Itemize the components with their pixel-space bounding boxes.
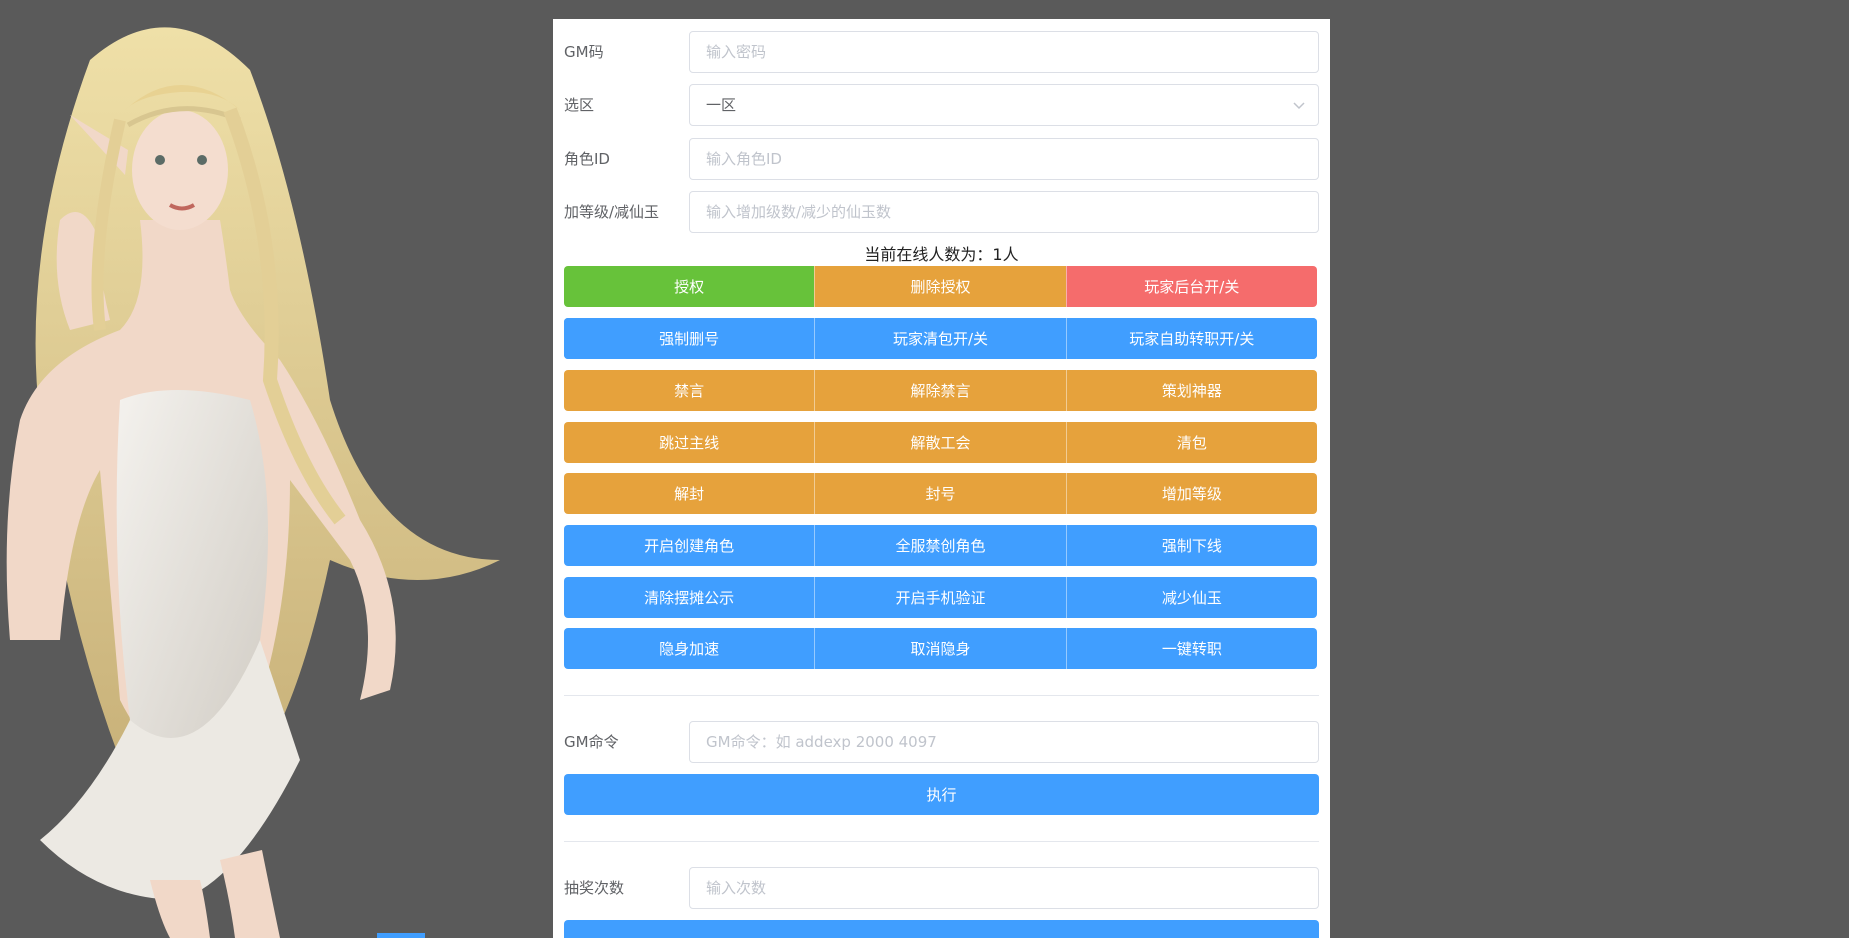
player-self-job-change-toggle-button[interactable]: 玩家自助转职开/关 [1065, 318, 1317, 359]
divider [564, 695, 1319, 696]
gm-panel: GM码 选区 一区 角色ID 加等级/减仙玉 当前在线人数为：1人 授权 删除授… [553, 19, 1330, 938]
mute-button[interactable]: 禁言 [564, 370, 815, 411]
player-clear-bag-toggle-button[interactable]: 玩家清包开/关 [814, 318, 1066, 359]
lottery-row: 抽奖次数 [564, 867, 1319, 909]
account-button-group: 强制删号 玩家清包开/关 玩家自助转职开/关 [564, 318, 1317, 359]
role-id-row: 角色ID [564, 138, 1319, 180]
level-jade-input[interactable] [689, 191, 1319, 233]
online-count-text: 当前在线人数为：1人 [864, 245, 1019, 264]
scroll-indicator [377, 933, 425, 938]
stealth-speed-button[interactable]: 隐身加速 [564, 628, 815, 669]
gm-code-input[interactable] [689, 31, 1319, 73]
clear-stall-notice-button[interactable]: 清除摆摊公示 [564, 577, 815, 618]
skip-main-quest-button[interactable]: 跳过主线 [564, 422, 815, 463]
divider [564, 841, 1319, 842]
force-delete-account-button[interactable]: 强制删号 [564, 318, 815, 359]
force-offline-button[interactable]: 强制下线 [1065, 525, 1317, 566]
level-jade-label: 加等级/减仙玉 [564, 203, 660, 221]
enable-role-creation-button[interactable]: 开启创建角色 [564, 525, 815, 566]
unmute-button[interactable]: 解除禁言 [814, 370, 1066, 411]
ban-button-group: 解封 封号 增加等级 [564, 473, 1317, 514]
execute-button[interactable]: 执行 [564, 774, 1319, 815]
enable-phone-verification-button[interactable]: 开启手机验证 [814, 577, 1066, 618]
zone-label: 选区 [564, 96, 595, 114]
authorize-button[interactable]: 授权 [564, 266, 815, 307]
planner-artifact-button[interactable]: 策划神器 [1065, 370, 1317, 411]
gm-command-label: GM命令 [564, 733, 619, 751]
role-id-label: 角色ID [564, 150, 610, 168]
zone-row: 选区 一区 [564, 84, 1319, 126]
chevron-down-icon [1293, 102, 1305, 110]
character-illustration [6, 27, 501, 938]
mute-button-group: 禁言 解除禁言 策划神器 [564, 370, 1317, 411]
zone-select-value: 一区 [706, 96, 737, 114]
zone-select[interactable]: 一区 [689, 84, 1319, 126]
cancel-stealth-button[interactable]: 取消隐身 [814, 628, 1066, 669]
level-jade-row: 加等级/减仙玉 [564, 191, 1319, 233]
lottery-count-input[interactable] [689, 867, 1319, 909]
gm-command-input[interactable] [689, 721, 1319, 763]
gm-code-row: GM码 [564, 31, 1319, 73]
gm-command-row: GM命令 [564, 721, 1319, 763]
quest-button-group: 跳过主线 解散工会 清包 [564, 422, 1317, 463]
role-id-input[interactable] [689, 138, 1319, 180]
ban-account-button[interactable]: 封号 [814, 473, 1066, 514]
role-creation-button-group: 开启创建角色 全服禁创角色 强制下线 [564, 525, 1317, 566]
server-disable-role-creation-button[interactable]: 全服禁创角色 [814, 525, 1066, 566]
clear-bag-button[interactable]: 清包 [1065, 422, 1317, 463]
lottery-submit-button[interactable] [564, 920, 1319, 938]
unban-button[interactable]: 解封 [564, 473, 815, 514]
gm-code-label: GM码 [564, 43, 604, 61]
auth-button-group: 授权 删除授权 玩家后台开/关 [564, 266, 1317, 307]
player-backend-toggle-button[interactable]: 玩家后台开/关 [1065, 266, 1317, 307]
reduce-jade-button[interactable]: 减少仙玉 [1065, 577, 1317, 618]
stall-button-group: 清除摆摊公示 开启手机验证 减少仙玉 [564, 577, 1317, 618]
lottery-count-label: 抽奖次数 [564, 879, 625, 897]
disband-guild-button[interactable]: 解散工会 [814, 422, 1066, 463]
add-level-button[interactable]: 增加等级 [1065, 473, 1317, 514]
one-click-job-change-button[interactable]: 一键转职 [1065, 628, 1317, 669]
stealth-button-group: 隐身加速 取消隐身 一键转职 [564, 628, 1317, 669]
remove-authorization-button[interactable]: 删除授权 [814, 266, 1066, 307]
